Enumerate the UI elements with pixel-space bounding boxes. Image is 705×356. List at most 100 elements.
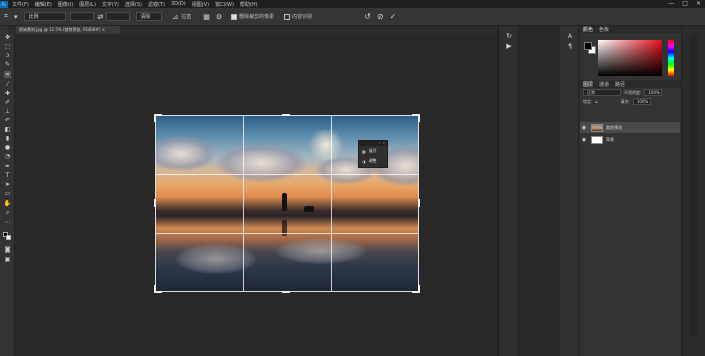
paragraph-panel-icon[interactable]: ¶ <box>565 42 575 50</box>
eyedropper-tool-icon[interactable]: ⁄ <box>4 81 11 88</box>
fill-label: 填充: <box>620 98 630 104</box>
collapse-icon[interactable]: « <box>379 141 381 146</box>
foreground-color-swatch[interactable] <box>584 42 592 50</box>
layer-name: 裁剪预览 <box>606 124 622 130</box>
quick-select-tool-icon[interactable]: ✎ <box>4 61 11 68</box>
background-color-swatch[interactable] <box>6 235 11 240</box>
maximize-button[interactable]: □ <box>682 0 688 7</box>
delete-cropped-checkbox[interactable] <box>231 13 238 20</box>
more-tools-icon[interactable]: ⋯ <box>4 219 11 226</box>
crop-tool-icon[interactable]: ⌗ <box>4 12 8 21</box>
blur-tool-icon[interactable]: ● <box>4 144 11 151</box>
marquee-tool-icon[interactable]: ⬚ <box>4 43 11 50</box>
actions-panel-icon[interactable]: ▶ <box>504 42 514 50</box>
zoom-tool-icon[interactable]: ⌕ <box>4 209 11 216</box>
crop-handle-top-left[interactable] <box>154 114 156 122</box>
crop-handle-top-right[interactable] <box>418 114 420 122</box>
options-bar: ⌗ ▾ 比例 ⇄ 清除 ⊿ 拉直 ▦ ⚙ 删除裁剪的像素 内容识别 ↺ ⊘ ✓ <box>0 8 705 26</box>
crop-handle-bottom-left[interactable] <box>154 285 156 293</box>
menu-file[interactable]: 文件(F) <box>12 1 29 8</box>
straighten-icon[interactable]: ⊿ <box>172 13 178 21</box>
crop-handle-bottom-right[interactable] <box>418 285 420 293</box>
crop-handle-right[interactable] <box>418 199 420 207</box>
settings-gear-icon[interactable]: ⚙ <box>216 13 222 21</box>
gradient-tool-icon[interactable]: ▮ <box>4 135 11 142</box>
cancel-icon[interactable]: ⊘ <box>377 12 384 21</box>
quick-mask-icon[interactable]: ◙ <box>4 246 11 253</box>
move-tool-icon[interactable]: ✥ <box>4 34 11 41</box>
panel-scroll-area <box>681 26 705 356</box>
menu-edit[interactable]: 编辑(E) <box>35 1 52 8</box>
tab-paths[interactable]: 路径 <box>615 81 625 88</box>
layer-row[interactable]: ◉ 裁剪预览 <box>580 122 680 133</box>
delete-cropped-label: 删除裁剪的像素 <box>239 14 275 20</box>
swap-icon[interactable]: ⇄ <box>97 13 103 21</box>
commit-icon[interactable]: ✓ <box>390 12 397 21</box>
dodge-tool-icon[interactable]: ◔ <box>4 153 11 160</box>
crop-handle-left[interactable] <box>154 199 156 207</box>
panel-item-expand[interactable]: ▦ 展开 <box>359 146 387 156</box>
tab-color[interactable]: 颜色 <box>583 26 593 33</box>
scrollbar[interactable] <box>690 36 698 336</box>
menu-3d[interactable]: 3D(D) <box>171 1 186 7</box>
blend-mode-select[interactable]: 正常 <box>583 89 621 96</box>
height-input[interactable] <box>106 12 131 21</box>
shape-tool-icon[interactable]: ▭ <box>4 190 11 197</box>
eye-icon[interactable]: ◉ <box>580 137 588 143</box>
hand-tool-icon[interactable]: ✋ <box>4 200 11 207</box>
history-brush-icon[interactable]: ↶ <box>4 117 11 124</box>
menu-type[interactable]: 文字(Y) <box>102 1 119 8</box>
close-icon[interactable]: ✕ <box>382 141 385 146</box>
blend-mode-value: 正常 <box>587 89 595 95</box>
eraser-tool-icon[interactable]: ◧ <box>4 126 11 133</box>
ratio-preset-select[interactable]: 比例 <box>24 12 67 21</box>
crop-handle-top[interactable] <box>282 114 290 116</box>
layer-row[interactable]: ◉ 背景 <box>580 134 680 145</box>
eye-icon[interactable]: ◉ <box>580 125 588 131</box>
crop-options-panel: «✕ ▦ 展开 ◑ 调整 <box>358 140 388 168</box>
menu-view[interactable]: 视图(V) <box>192 1 209 8</box>
brush-tool-icon[interactable]: ✐ <box>4 99 11 106</box>
history-panel-icon[interactable]: ↻ <box>504 32 514 40</box>
menu-help[interactable]: 帮助(H) <box>240 1 258 8</box>
character-panel-icon[interactable]: A <box>565 32 575 40</box>
menu-window[interactable]: 窗口(W) <box>215 1 234 8</box>
crop-handle-bottom[interactable] <box>282 291 290 293</box>
clear-button[interactable]: 清除 <box>136 12 163 21</box>
close-window-button[interactable]: ✕ <box>696 0 701 7</box>
stamp-tool-icon[interactable]: ⊥ <box>4 108 11 115</box>
hue-slider[interactable] <box>668 40 674 76</box>
tab-channels[interactable]: 通道 <box>599 81 609 88</box>
menu-layer[interactable]: 图层(L) <box>79 1 96 8</box>
grid-icon: ▦ <box>362 148 366 154</box>
width-input[interactable] <box>70 12 95 21</box>
photoshop-logo-icon[interactable]: Ps <box>0 0 8 8</box>
document-tab-title: 原始素材.jpg @ 12.5% (裁剪预览, RGB/8#) × <box>19 27 106 32</box>
lasso-tool-icon[interactable]: ↄ <box>4 52 11 59</box>
tab-swatches[interactable]: 色板 <box>599 26 609 33</box>
panel-item-label: 调整 <box>368 158 377 163</box>
type-tool-icon[interactable]: T <box>4 172 11 179</box>
crop-tool-icon[interactable]: ⌗ <box>4 71 11 78</box>
path-select-icon[interactable]: ➤ <box>4 181 11 188</box>
layer-name: 背景 <box>606 136 614 142</box>
lock-icon[interactable]: 🔒︎ <box>595 99 597 104</box>
healing-brush-icon[interactable]: ✚ <box>4 90 11 97</box>
panel-item-adjust[interactable]: ◑ 调整 <box>359 156 387 166</box>
minimize-button[interactable]: — <box>668 0 674 7</box>
fill-input[interactable]: 100% <box>632 98 651 105</box>
pen-tool-icon[interactable]: ✒ <box>4 163 11 170</box>
chevron-down-icon[interactable]: ▾ <box>14 13 18 21</box>
reset-icon[interactable]: ↺ <box>364 12 371 21</box>
content-aware-checkbox[interactable] <box>284 13 291 20</box>
screen-mode-icon[interactable]: ▣ <box>4 256 11 263</box>
document-tab[interactable]: 原始素材.jpg @ 12.5% (裁剪预览, RGB/8#) × <box>16 26 120 34</box>
opacity-input[interactable]: 100% <box>644 89 663 96</box>
menu-image[interactable]: 图像(I) <box>58 1 73 8</box>
layer-thumbnail <box>591 123 603 132</box>
overlay-grid-icon[interactable]: ▦ <box>203 13 210 21</box>
color-field[interactable] <box>598 40 662 76</box>
tab-layers[interactable]: 图层 <box>583 81 593 88</box>
menu-select[interactable]: 选择(S) <box>125 1 142 8</box>
menu-filter[interactable]: 滤镜(T) <box>148 1 165 8</box>
